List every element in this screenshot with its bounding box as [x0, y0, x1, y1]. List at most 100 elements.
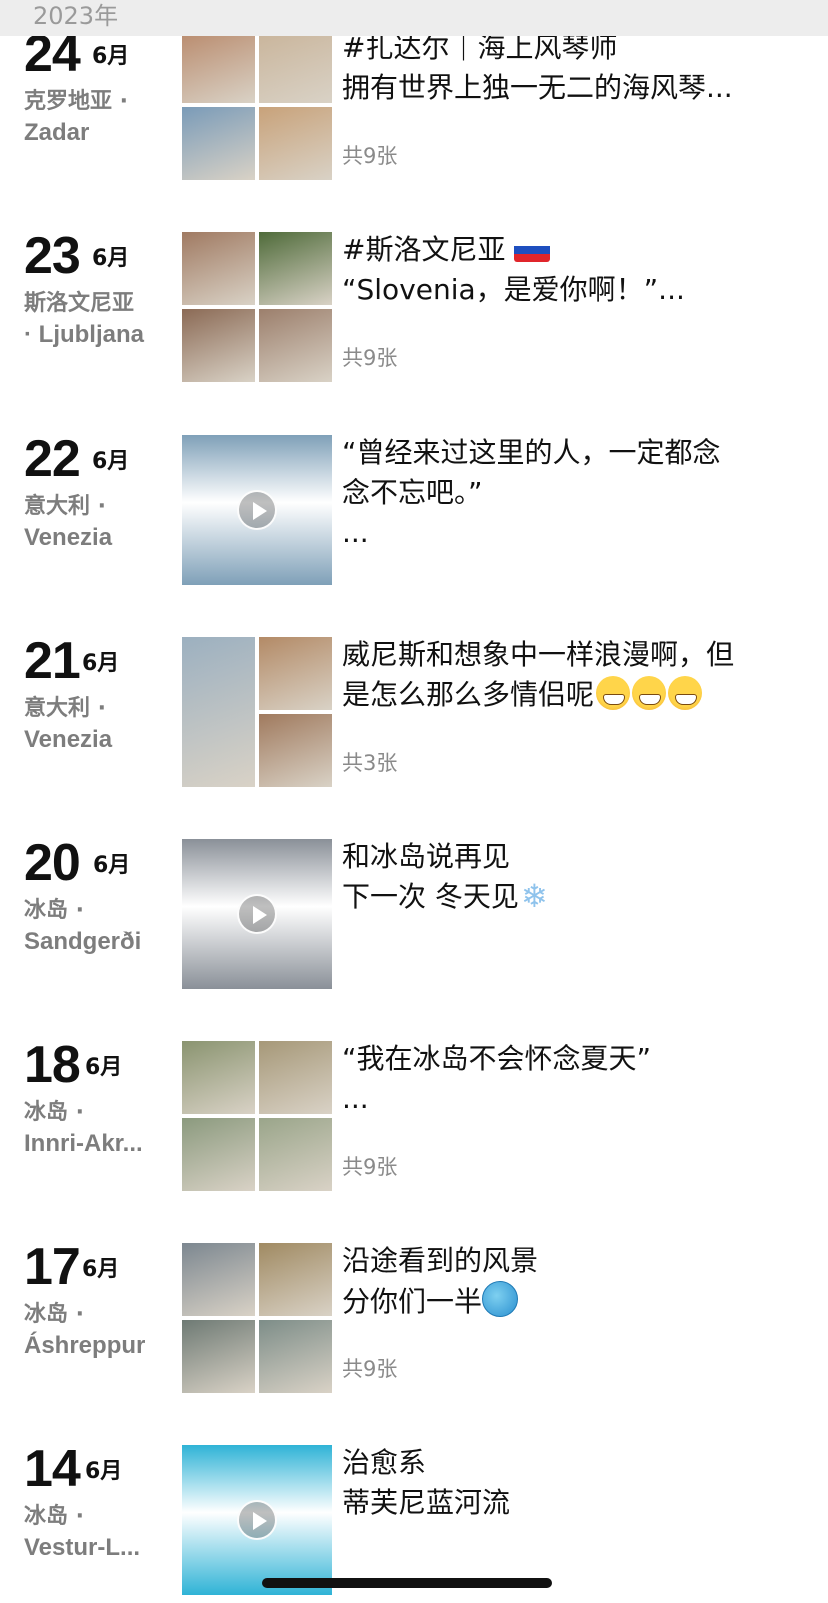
grin-emoji-icon	[668, 676, 703, 710]
photo-tile	[259, 309, 332, 382]
post-location: 冰岛 · Sandgerði	[24, 895, 164, 957]
post-location: 冰岛 · Áshreppur	[24, 1299, 164, 1361]
caption-line-1: “我在冰岛不会怀念夏天”	[342, 1042, 652, 1075]
caption-line-3: ...	[342, 516, 369, 549]
post-thumbnail[interactable]	[182, 30, 332, 180]
post-item[interactable]: 24 6月 克罗地亚 · Zadar #扎达尔｜海上风琴师 拥有世界上独一无二的海风…	[0, 28, 828, 188]
post-month: 6月	[85, 1055, 123, 1080]
caption-line-2: 分你们一半	[342, 1281, 802, 1322]
photo-tile	[259, 107, 332, 180]
post-caption[interactable]: 沿途看到的风景分你们一半	[342, 1241, 802, 1322]
post-day: 23	[24, 227, 81, 285]
home-indicator[interactable]	[262, 1578, 552, 1588]
location-region: 意大利 ·	[24, 696, 107, 721]
post-item[interactable]: 23 6月 斯洛文尼亚 · Ljubljana #斯洛文尼亚 “Slovenia，…	[0, 230, 828, 390]
photo-count: 共9张	[342, 346, 398, 370]
post-thumbnail[interactable]	[182, 232, 332, 382]
post-caption[interactable]: #斯洛文尼亚 “Slovenia，是爱你啊！”...	[342, 230, 802, 310]
play-icon[interactable]	[237, 490, 277, 530]
photo-tile	[259, 232, 332, 305]
post-thumbnail[interactable]	[182, 637, 332, 787]
post-caption[interactable]: #扎达尔｜海上风琴师 拥有世界上独一无二的海风琴...	[342, 28, 802, 108]
photo-tile	[182, 1118, 255, 1191]
location-place: Zadar	[24, 119, 90, 146]
post-thumbnail[interactable]	[182, 839, 332, 989]
post-thumbnail[interactable]	[182, 435, 332, 585]
post-month: 6月	[82, 651, 120, 676]
post-month: 6月	[85, 1459, 123, 1484]
post-thumbnail[interactable]	[182, 1041, 332, 1191]
post-item[interactable]: 17 6月 冰岛 · Áshreppur 沿途看到的风景 分你们一半 共9张	[0, 1241, 828, 1401]
post-caption[interactable]: “曾经来过这里的人，一定都念 念不忘吧。”...	[342, 433, 802, 553]
post-item[interactable]: 20 6月 冰岛 · Sandgerði 和冰岛说再见 下一次 冬天见	[0, 837, 828, 997]
play-icon[interactable]	[237, 1500, 277, 1540]
location-region: 冰岛 ·	[24, 898, 85, 923]
post-item[interactable]: 22 6月 意大利 · Venezia “曾经来过这里的人，一定都念 念不忘吧。”.…	[0, 433, 828, 593]
caption-line-1: 沿途看到的风景	[342, 1244, 539, 1277]
post-day: 21	[24, 632, 81, 690]
caption-line-2: “Slovenia，是爱你啊！”...	[342, 273, 685, 306]
play-icon[interactable]	[237, 894, 277, 934]
post-month: 6月	[92, 449, 130, 474]
post-location: 斯洛文尼亚 · Ljubljana	[24, 288, 164, 350]
photo-tile	[259, 30, 332, 103]
photo-tile	[182, 1320, 255, 1393]
caption-line-2: 是怎么那么多情侣呢	[342, 675, 802, 715]
post-day: 22	[24, 430, 81, 488]
post-caption[interactable]: 和冰岛说再见下一次 冬天见	[342, 837, 802, 917]
slovenia-flag-icon	[514, 238, 551, 262]
photo-tile	[259, 1243, 332, 1316]
location-region: 冰岛 ·	[24, 1100, 85, 1125]
location-region: 克罗地亚 ·	[24, 89, 129, 114]
photo-tile	[259, 1320, 332, 1393]
location-place: Innri-Akr...	[24, 1130, 143, 1157]
post-location: 冰岛 · Innri-Akr...	[24, 1097, 164, 1159]
post-month: 6月	[92, 44, 130, 69]
post-item[interactable]: 21 6月 意大利 · Venezia 威尼斯和想象中一样浪漫啊，但 是怎么那么多情…	[0, 635, 828, 795]
caption-line-1: 治愈系	[342, 1446, 427, 1479]
photo-tile	[182, 232, 255, 305]
post-thumbnail[interactable]	[182, 1243, 332, 1393]
caption-line-1: 和冰岛说再见	[342, 840, 511, 873]
caption-line-2: 拥有世界上独一无二的海风琴...	[342, 71, 733, 104]
photo-count: 共9张	[342, 1357, 398, 1381]
location-place: · Ljubljana	[24, 321, 144, 348]
location-place: Sandgerði	[24, 928, 142, 955]
photo-tile	[259, 637, 332, 710]
photo-tile	[182, 30, 255, 103]
post-month: 6月	[92, 246, 130, 271]
post-caption[interactable]: 威尼斯和想象中一样浪漫啊，但 是怎么那么多情侣呢	[342, 635, 802, 715]
post-day: 17	[24, 1238, 81, 1296]
grin-emoji-icon	[596, 676, 631, 710]
photo-count: 共9张	[342, 144, 398, 168]
caption-line-2: 下一次 冬天见	[342, 877, 802, 917]
post-month: 6月	[93, 853, 131, 878]
post-item[interactable]: 18 6月 冰岛 · Innri-Akr... “我在冰岛不会怀念夏天”... 共9…	[0, 1039, 828, 1199]
location-region: 斯洛文尼亚	[24, 291, 135, 316]
location-place: Venezia	[24, 726, 113, 753]
location-place: Áshreppur	[24, 1332, 146, 1359]
year-label: 2023年	[33, 2, 119, 30]
location-region: 冰岛 ·	[24, 1302, 85, 1327]
photo-tile	[259, 1118, 332, 1191]
year-header: 2023年	[0, 0, 828, 36]
caption-line-2: ...	[342, 1082, 369, 1115]
photo-tile	[259, 1041, 332, 1114]
location-region: 意大利 ·	[24, 494, 107, 519]
post-caption[interactable]: “我在冰岛不会怀念夏天”...	[342, 1039, 802, 1119]
snowflake-icon	[519, 877, 553, 916]
post-caption[interactable]: 治愈系 蒂芙尼蓝河流	[342, 1443, 802, 1523]
globe-icon	[482, 1281, 519, 1317]
post-thumbnail[interactable]	[182, 1445, 332, 1595]
caption-line-1: “曾经来过这里的人，一定都念	[342, 436, 721, 469]
caption-line-2: 蒂芙尼蓝河流	[342, 1486, 511, 1519]
photo-tile	[182, 1041, 255, 1114]
post-day: 14	[24, 1440, 81, 1498]
post-day: 18	[24, 1036, 81, 1094]
post-location: 冰岛 · Vestur-L...	[24, 1501, 164, 1563]
caption-line-1: #斯洛文尼亚	[342, 230, 802, 270]
photo-tile	[182, 107, 255, 180]
post-location: 意大利 · Venezia	[24, 491, 164, 553]
location-place: Venezia	[24, 524, 113, 551]
photo-count: 共9张	[342, 1155, 398, 1179]
